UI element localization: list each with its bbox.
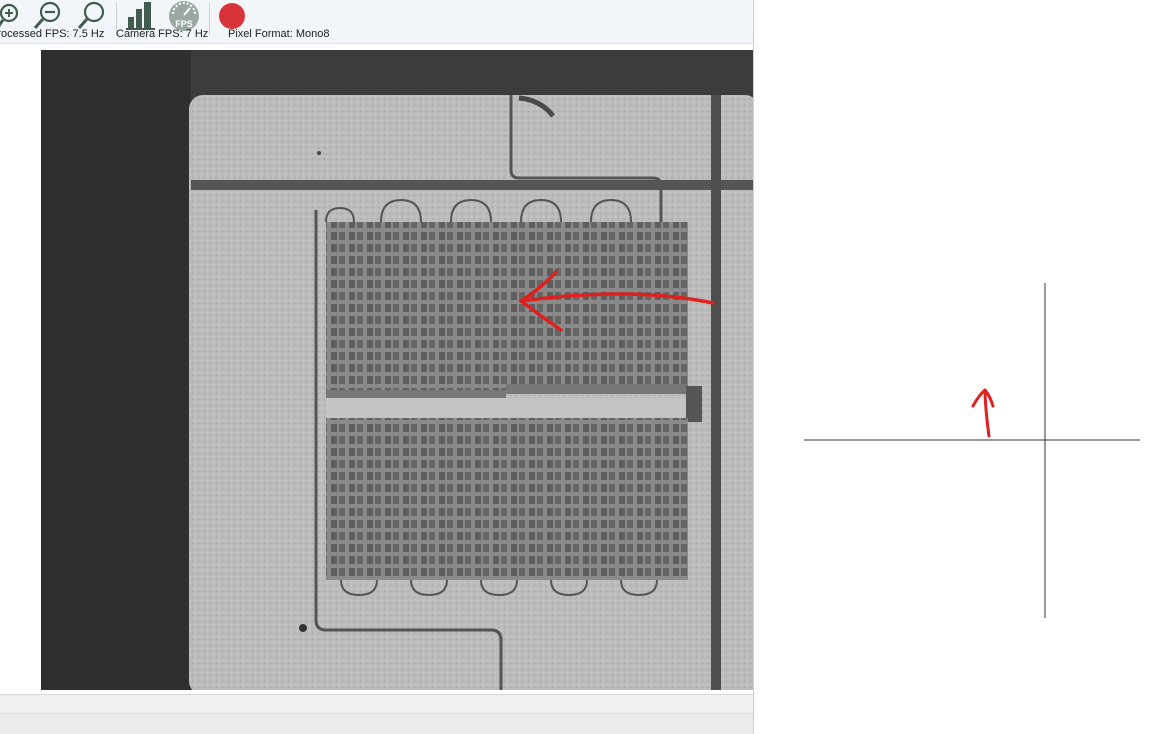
pixel-format-readout: Pixel Format: Mono8 [228,28,330,40]
sketch-arrow [971,388,995,438]
axis-sketch [760,270,1160,630]
status-strip [0,713,753,734]
toolbar: FPS [0,0,753,44]
microscope-image [41,50,753,690]
camera-image-view[interactable] [41,50,753,690]
toolbar-separator [209,3,210,35]
camera-fps-readout: Camera FPS: 7 Hz [116,28,209,40]
zoom-fit-icon [0,3,19,27]
processed-fps-readout: Processed FPS: 7.5 Hz [0,28,105,40]
record-icon [219,3,245,29]
status-bar [0,694,753,734]
camera-viewer-window: FPS Processed FPS: 7.5 Hz Camera FPS: 7 … [0,0,754,734]
